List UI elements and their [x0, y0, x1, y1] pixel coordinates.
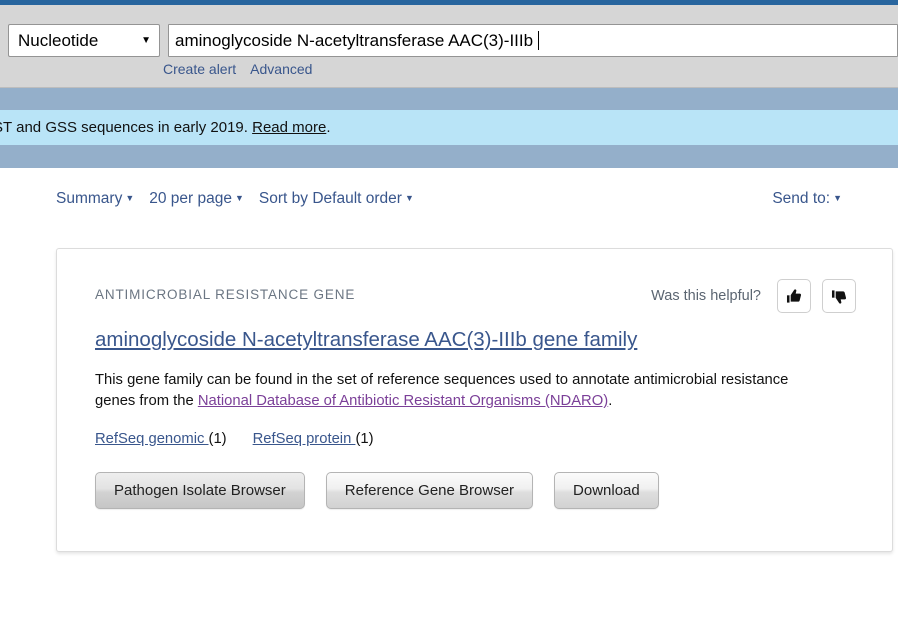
search-input[interactable]: aminoglycoside N-acetyltransferase AAC(3… [168, 24, 898, 57]
card-header-row: ANTIMICROBIAL RESISTANCE GENE Was this h… [95, 279, 856, 313]
text-cursor [538, 31, 540, 50]
refseq-genomic-link[interactable]: RefSeq genomic [95, 431, 209, 447]
search-header: Nucleotide ▼ aminoglycoside N-acetyltran… [0, 5, 898, 88]
advanced-search-link[interactable]: Advanced [250, 61, 312, 77]
refseq-protein-count: (1) [355, 430, 374, 447]
thumbs-up-button[interactable] [777, 279, 811, 313]
refseq-genomic-count: (1) [208, 430, 227, 447]
chevron-down-icon: ▼ [235, 192, 244, 203]
notice-banner: ase will include EST and GSS sequences i… [0, 110, 898, 145]
gene-family-title-link[interactable]: aminoglycoside N-acetyltransferase AAC(3… [95, 327, 856, 353]
thumbs-down-icon [830, 287, 849, 306]
notice-text-after: . [326, 119, 331, 136]
results-area: ANTIMICROBIAL RESISTANCE GENE Was this h… [0, 248, 898, 552]
card-action-buttons: Pathogen Isolate Browser Reference Gene … [95, 471, 856, 509]
database-select-value: Nucleotide [18, 30, 99, 50]
sort-by-label: Sort by Default order [258, 190, 402, 207]
display-format-menu[interactable]: Summary ▼ [56, 190, 134, 208]
per-page-label: 20 per page [149, 190, 232, 207]
results-toolbar: Summary ▼ 20 per page ▼ Sort by Default or… [0, 168, 898, 230]
chevron-down-icon: ▼ [404, 192, 414, 203]
feedback-group: Was this helpful? [651, 279, 856, 313]
amr-gene-result-card: ANTIMICROBIAL RESISTANCE GENE Was this h… [56, 248, 893, 552]
thumbs-down-button[interactable] [822, 279, 856, 313]
description-text-after: . [608, 393, 613, 410]
read-more-link[interactable]: Read more [252, 119, 326, 136]
create-alert-link[interactable]: Create alert [163, 61, 236, 77]
notice-text: ase will include EST and GSS sequences i… [0, 119, 330, 136]
display-format-label: Summary [56, 190, 123, 207]
thumbs-up-icon [785, 287, 804, 306]
send-to-menu[interactable]: Send to: ▼ [772, 190, 842, 207]
search-input-value: aminoglycoside N-acetyltransferase AAC(3… [175, 30, 534, 50]
helpful-label: Was this helpful? [651, 288, 761, 304]
refseq-links-row: RefSeq genomic (1) RefSeq protein (1) [95, 431, 856, 447]
chevron-down-icon: ▼ [125, 192, 135, 203]
refseq-protein-link[interactable]: RefSeq protein [253, 431, 356, 447]
card-kicker: ANTIMICROBIAL RESISTANCE GENE [95, 287, 356, 302]
database-select[interactable]: Nucleotide ▼ [8, 24, 160, 57]
reference-gene-browser-button[interactable]: Reference Gene Browser [325, 471, 534, 509]
toolbar-right-group: Send to: ▼ [772, 190, 842, 208]
band-below-notice [0, 145, 898, 168]
ndaro-link[interactable]: National Database of Antibiotic Resistan… [198, 393, 608, 409]
per-page-menu[interactable]: 20 per page ▼ [149, 190, 244, 208]
chevron-down-icon: ▼ [141, 34, 151, 46]
card-description: This gene family can be found in the set… [95, 370, 795, 413]
toolbar-left-group: Summary ▼ 20 per page ▼ Sort by Default or… [56, 190, 429, 208]
chevron-down-icon: ▼ [833, 192, 842, 203]
send-to-label: Send to: [772, 190, 831, 207]
sort-by-menu[interactable]: Sort by Default order ▼ [259, 190, 414, 208]
search-row: Nucleotide ▼ aminoglycoside N-acetyltran… [8, 24, 898, 57]
pathogen-isolate-browser-button[interactable]: Pathogen Isolate Browser [95, 471, 305, 509]
band-above-notice [0, 88, 898, 110]
notice-text-before: ase will include EST and GSS sequences i… [0, 119, 248, 136]
header-links: Create alert Advanced [163, 61, 326, 77]
download-button[interactable]: Download [554, 471, 659, 509]
